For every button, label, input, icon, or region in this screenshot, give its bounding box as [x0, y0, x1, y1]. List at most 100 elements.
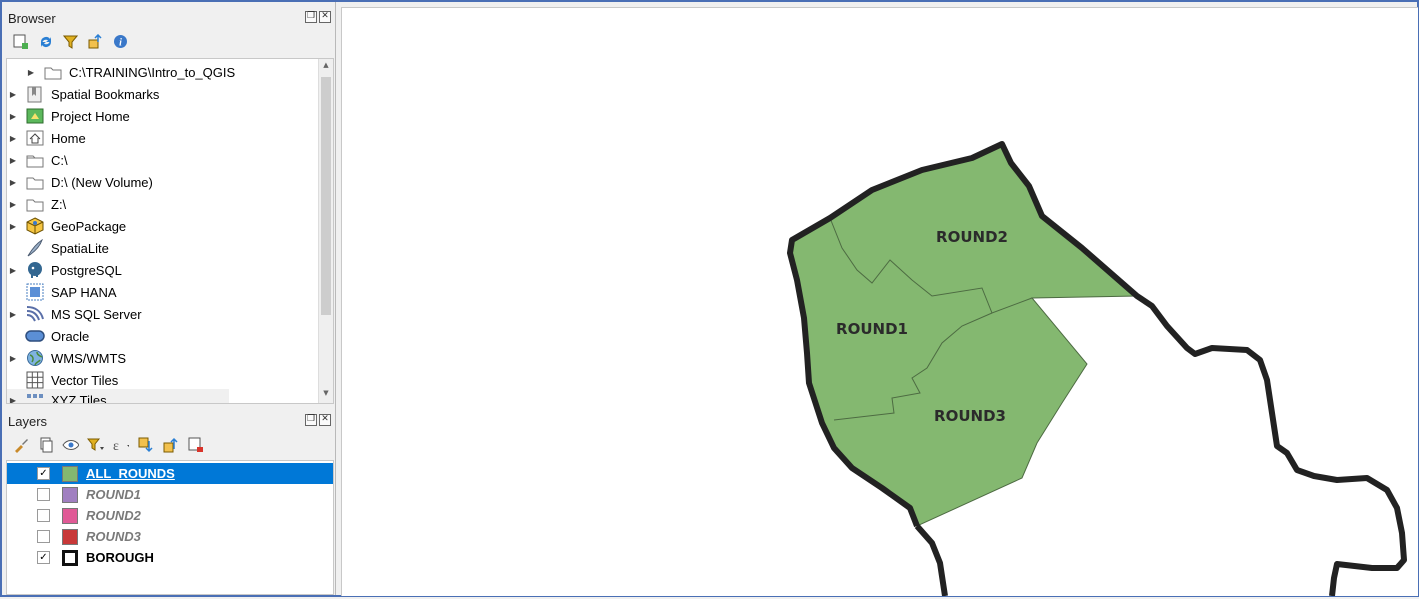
remove-layer-icon[interactable] — [187, 436, 204, 453]
layer-name: ROUND3 — [86, 529, 141, 544]
tree-item-label: MS SQL Server — [51, 306, 142, 322]
refresh-icon[interactable] — [37, 33, 54, 50]
expand-arrow-icon[interactable]: ▶ — [7, 156, 19, 165]
geopackage-icon — [25, 217, 45, 235]
layers-toolbar: ε — [12, 436, 204, 453]
tree-item-label: SpatiaLite — [51, 240, 109, 256]
tree-item[interactable]: ▶ C:\ — [7, 149, 317, 171]
home-icon — [25, 129, 45, 147]
layer-name: ROUND2 — [86, 508, 141, 523]
add-group-icon[interactable] — [37, 436, 54, 453]
tree-item-label: SAP HANA — [51, 284, 117, 300]
tree-item[interactable]: ▶ XYZ Tiles — [7, 389, 229, 404]
layer-symbol-swatch[interactable] — [62, 549, 78, 566]
float-panel-button[interactable]: ❐ — [305, 414, 317, 426]
drive-icon — [25, 195, 45, 213]
globe-icon — [25, 349, 45, 367]
scroll-down-icon[interactable]: ▼ — [321, 389, 331, 399]
layer-name: ROUND1 — [86, 487, 141, 502]
tree-item[interactable]: SpatiaLite — [7, 237, 317, 259]
expand-arrow-icon[interactable]: ▶ — [7, 178, 19, 187]
project-home-icon — [25, 107, 45, 125]
layer-checkbox[interactable]: ✓ — [37, 467, 50, 480]
layer-row-all-rounds[interactable]: ✓ ALL_ROUNDS — [7, 463, 333, 484]
tree-item[interactable]: ▶ D:\ (New Volume) — [7, 171, 317, 193]
tree-item[interactable]: ▶ Spatial Bookmarks — [7, 83, 317, 105]
expression-filter-icon[interactable]: ε — [112, 436, 129, 453]
expand-arrow-icon[interactable]: ▶ — [7, 310, 19, 319]
expand-arrow-icon[interactable]: ▶ — [7, 200, 19, 209]
oracle-icon — [25, 327, 45, 345]
tree-item-label: XYZ Tiles — [51, 392, 107, 404]
expand-arrow-icon[interactable]: ▶ — [7, 266, 19, 275]
filter-icon[interactable] — [62, 33, 79, 50]
tree-item[interactable]: Vector Tiles — [7, 369, 317, 391]
close-panel-button[interactable]: ✕ — [319, 414, 331, 426]
tree-item[interactable]: SAP HANA — [7, 281, 317, 303]
close-panel-button[interactable]: ✕ — [319, 11, 331, 23]
tree-item[interactable]: ▶ Project Home — [7, 105, 317, 127]
bookmark-icon — [25, 85, 45, 103]
tree-item[interactable]: Oracle — [7, 325, 317, 347]
add-layer-icon[interactable] — [12, 33, 29, 50]
layer-row-round2[interactable]: ROUND2 — [7, 505, 333, 526]
map-label-round3: ROUND3 — [934, 407, 1006, 425]
browser-tree[interactable]: ▶ C:\TRAINING\Intro_to_QGIS ▶ Spatial Bo… — [6, 58, 334, 404]
layer-symbol-swatch[interactable] — [62, 528, 78, 545]
map-canvas[interactable]: ROUND2 ROUND1 ROUND3 — [341, 7, 1418, 597]
layers-list[interactable]: ✓ ALL_ROUNDS ROUND1 ROUND2 ROUND3 ✓ BORO… — [6, 460, 334, 595]
grid-icon — [25, 371, 45, 389]
tree-item-label: WMS/WMTS — [51, 350, 127, 366]
spatialite-icon — [25, 239, 45, 257]
svg-text:i: i — [119, 38, 122, 49]
scrollbar-thumb[interactable] — [321, 77, 331, 315]
expand-arrow-icon[interactable]: ▶ — [7, 354, 19, 363]
layer-row-round1[interactable]: ROUND1 — [7, 484, 333, 505]
info-icon[interactable]: i — [112, 33, 129, 50]
map-label-round2: ROUND2 — [936, 228, 1008, 246]
browser-panel-controls: ❐ ✕ — [305, 11, 331, 23]
float-panel-button[interactable]: ❐ — [305, 11, 317, 23]
layers-panel-title: Layers — [8, 414, 48, 429]
tree-item[interactable]: ▶ WMS/WMTS — [7, 347, 317, 369]
tree-item[interactable]: ▶ MS SQL Server — [7, 303, 317, 325]
tree-item-label: Project Home — [51, 108, 130, 124]
tree-item[interactable]: ▶ GeoPackage — [7, 215, 317, 237]
folder-icon — [43, 63, 63, 81]
expand-arrow-icon[interactable]: ▶ — [7, 134, 19, 143]
tree-item-label: PostgreSQL — [51, 262, 122, 278]
tree-item[interactable]: ▶ C:\TRAINING\Intro_to_QGIS — [25, 61, 333, 83]
grid-icon — [25, 391, 45, 403]
tree-item[interactable]: ▶ Home — [7, 127, 317, 149]
tree-item-label: D:\ (New Volume) — [51, 174, 153, 190]
layer-row-round3[interactable]: ROUND3 — [7, 526, 333, 547]
expand-arrow-icon[interactable]: ▶ — [7, 396, 19, 404]
expand-arrow-icon[interactable]: ▶ — [7, 90, 19, 99]
expand-arrow-icon[interactable]: ▶ — [7, 222, 19, 231]
layer-checkbox[interactable] — [37, 509, 50, 522]
layer-symbol-swatch[interactable] — [62, 486, 78, 503]
layer-symbol-swatch[interactable] — [62, 465, 78, 482]
tree-item-label: C:\TRAINING\Intro_to_QGIS — [69, 64, 236, 80]
collapse-all-icon[interactable] — [162, 436, 179, 453]
eye-icon[interactable] — [62, 436, 79, 453]
tree-item-label: Home — [51, 130, 86, 146]
layer-checkbox[interactable] — [37, 530, 50, 543]
tree-item[interactable]: ▶ Z:\ — [7, 193, 317, 215]
filter-legend-icon[interactable] — [87, 436, 104, 453]
layer-row-borough[interactable]: ✓ BOROUGH — [7, 547, 333, 568]
layer-checkbox[interactable] — [37, 488, 50, 501]
expand-all-icon[interactable] — [137, 436, 154, 453]
left-dock: Browser ❐ ✕ i ▶ C:\TRAINING\Intro_to_QGI… — [2, 2, 336, 595]
collapse-icon[interactable] — [87, 33, 104, 50]
tree-item[interactable]: ▶ PostgreSQL — [7, 259, 317, 281]
expand-arrow-icon[interactable]: ▶ — [25, 68, 37, 77]
browser-scrollbar[interactable]: ▲ ▼ — [318, 59, 333, 403]
expand-arrow-icon[interactable]: ▶ — [7, 112, 19, 121]
style-brush-icon[interactable] — [12, 436, 29, 453]
scroll-up-icon[interactable]: ▲ — [321, 61, 331, 71]
layer-checkbox[interactable]: ✓ — [37, 551, 50, 564]
map-label-round1: ROUND1 — [836, 320, 908, 338]
map-svg[interactable]: ROUND2 ROUND1 ROUND3 — [342, 8, 1418, 597]
layer-symbol-swatch[interactable] — [62, 507, 78, 524]
